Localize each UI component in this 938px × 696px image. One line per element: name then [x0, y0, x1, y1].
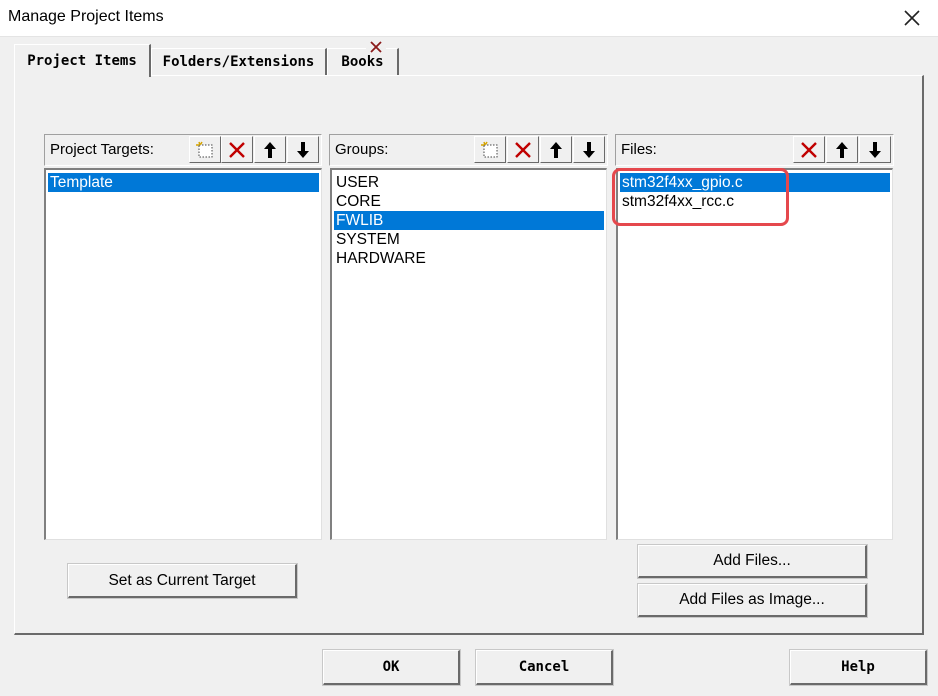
list-item-core[interactable]: CORE: [334, 192, 604, 211]
move-group-up-button[interactable]: [540, 136, 572, 163]
close-window-button[interactable]: [896, 3, 928, 33]
delete-file-button[interactable]: [793, 136, 825, 163]
tab-project-items[interactable]: Project Items: [14, 44, 151, 77]
ok-button[interactable]: OK: [322, 649, 461, 686]
help-button[interactable]: Help: [789, 649, 928, 686]
add-files-as-image-button[interactable]: Add Files as Image...: [637, 583, 868, 618]
delete-icon: [801, 141, 817, 158]
new-group-button[interactable]: [474, 136, 506, 163]
move-target-up-button[interactable]: [254, 136, 286, 163]
tab-folders-extensions[interactable]: Folders/Extensions: [151, 48, 327, 75]
arrow-down-icon: [869, 141, 881, 158]
window-title: Manage Project Items: [8, 8, 164, 25]
arrow-down-icon: [297, 141, 309, 158]
move-target-down-button[interactable]: [287, 136, 319, 163]
close-tab-icon: [370, 41, 382, 53]
arrow-up-icon: [836, 141, 848, 158]
targets-label: Project Targets:: [50, 141, 154, 158]
arrow-up-icon: [264, 141, 276, 158]
new-item-icon: [196, 141, 213, 157]
targets-list[interactable]: Template: [44, 168, 322, 540]
tab-close-button[interactable]: [366, 40, 386, 54]
list-item-system[interactable]: SYSTEM: [334, 230, 604, 249]
new-target-button[interactable]: [189, 136, 221, 163]
groups-label: Groups:: [335, 141, 389, 158]
close-icon: [904, 10, 920, 26]
set-current-target-button[interactable]: Set as Current Target: [67, 563, 298, 599]
delete-icon: [515, 141, 531, 158]
groups-list[interactable]: USER CORE FWLIB SYSTEM HARDWARE: [330, 168, 607, 540]
list-item-template[interactable]: Template: [48, 173, 319, 192]
tab-books[interactable]: Books: [327, 48, 399, 75]
add-files-button[interactable]: Add Files...: [637, 544, 868, 579]
files-label: Files:: [621, 141, 657, 158]
list-item-hardware[interactable]: HARDWARE: [334, 249, 604, 268]
arrow-down-icon: [583, 141, 595, 158]
move-file-up-button[interactable]: [826, 136, 858, 163]
delete-target-button[interactable]: [221, 136, 253, 163]
delete-icon: [229, 141, 245, 158]
annotation-highlight-box: [612, 168, 789, 226]
delete-group-button[interactable]: [507, 136, 539, 163]
new-item-icon: [481, 141, 498, 157]
list-item-user[interactable]: USER: [334, 173, 604, 192]
cancel-button[interactable]: Cancel: [475, 649, 614, 686]
move-group-down-button[interactable]: [573, 136, 605, 163]
list-item-fwlib[interactable]: FWLIB: [334, 211, 604, 230]
arrow-up-icon: [550, 141, 562, 158]
move-file-down-button[interactable]: [859, 136, 891, 163]
